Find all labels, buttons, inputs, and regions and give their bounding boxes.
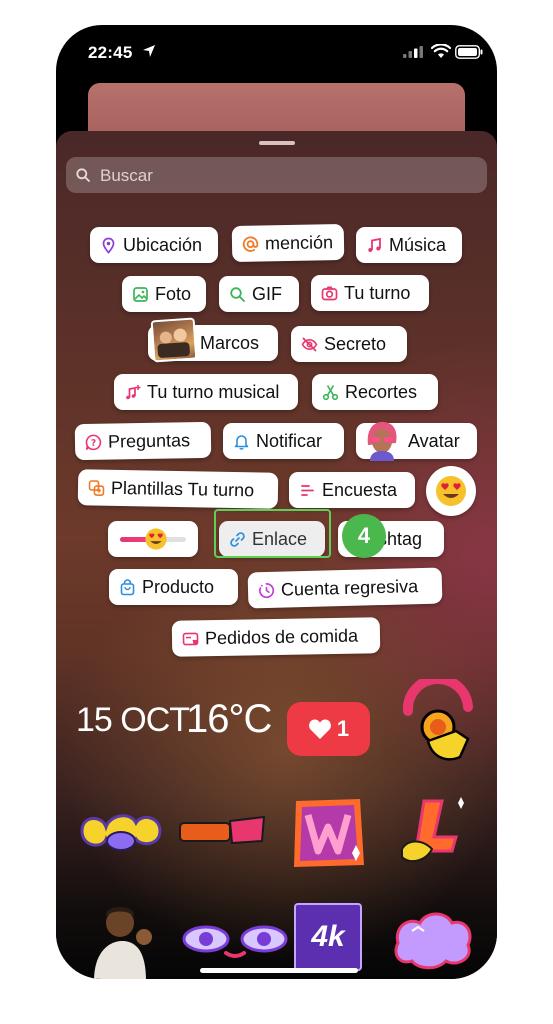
at-mention-icon [242, 235, 259, 252]
sticker-marcos-label: Marcos [200, 332, 260, 353]
avatar-thumbnail [360, 417, 404, 461]
sticker-tu-turno-label: Tu turno [344, 282, 411, 303]
sticker-encuesta-label: Encuesta [322, 479, 398, 500]
svg-text:?: ? [91, 438, 96, 448]
temperature-sticker[interactable]: 16°C [186, 697, 272, 742]
search-bar[interactable] [66, 157, 487, 195]
sticker-emoji-reaction[interactable] [426, 466, 476, 516]
music-add-icon [124, 384, 141, 401]
sticker-producto[interactable]: Producto [109, 569, 238, 605]
template-icon [88, 479, 105, 496]
sticker-musica-label: Música [389, 234, 447, 255]
poll-icon [299, 482, 316, 499]
gif-search-icon [229, 286, 246, 303]
sticker-notificar[interactable]: Notificar [223, 423, 344, 459]
status-time: 22:45 [88, 43, 133, 62]
shopping-bag-icon [119, 578, 136, 596]
sticker-mencion[interactable]: mención [231, 224, 345, 262]
sticker-plantillas-label: Plantillas Tu turno [110, 477, 255, 500]
search-input[interactable] [98, 157, 472, 195]
sticker-tu-turno-musical[interactable]: Tu turno musical [114, 374, 298, 410]
sticker-encuesta[interactable]: Encuesta [289, 472, 415, 508]
question-bubble-icon: ? [85, 433, 102, 450]
sticker-preguntas[interactable]: ? Preguntas [74, 421, 212, 461]
sticker-cuenta-regresiva[interactable]: Cuenta regresiva [247, 567, 443, 609]
heart-icon [308, 719, 331, 739]
avatar-ok-sticker[interactable] [90, 901, 160, 979]
sticker-recortes[interactable]: Recortes [312, 374, 438, 410]
sticker-foto-label: Foto [155, 283, 192, 304]
fourk-sticker-label: 4k [311, 920, 345, 953]
sticker-ubicacion-label: Ubicación [123, 234, 203, 255]
status-bar: 22:45 [56, 25, 497, 85]
heart-eyes-slider-thumb-icon [145, 528, 167, 550]
sound-on-sticker[interactable] [398, 679, 478, 769]
sticker-tu-turno[interactable]: Tu turno [311, 275, 429, 311]
scissors-icon [322, 384, 339, 401]
sticker-gif[interactable]: GIF [219, 276, 299, 312]
battery-icon [455, 45, 483, 59]
sticker-gif-label: GIF [252, 283, 282, 304]
sticker-mencion-label: mención [264, 231, 334, 253]
sticker-emoji-slider[interactable] [108, 521, 198, 557]
bff-sticker[interactable] [390, 907, 474, 971]
sticker-ubicacion[interactable]: Ubicación [90, 227, 218, 263]
sticker-avatar-label: Avatar [408, 430, 460, 451]
location-pin-icon [100, 237, 117, 254]
sound-wave-sticker[interactable] [76, 801, 166, 861]
camera-icon [321, 285, 338, 302]
sticker-secreto-label: Secreto [324, 333, 387, 354]
cellular-signal-icon [403, 46, 423, 58]
sound-on-text-sticker[interactable] [178, 811, 268, 851]
sticker-pedidos-comida-label: Pedidos de comida [204, 625, 359, 648]
music-note-icon [366, 237, 383, 254]
sticker-cuenta-regresiva-label: Cuenta regresiva [280, 575, 419, 600]
step-badge: 4 [342, 514, 386, 558]
sticker-notificar-label: Notificar [256, 430, 323, 451]
date-sticker[interactable]: 15 OCT [76, 701, 190, 740]
sheet-handle[interactable] [259, 141, 295, 145]
sticker-tu-turno-musical-label: Tu turno musical [147, 381, 280, 402]
heart-eyes-emoji-icon [436, 476, 466, 506]
phone-frame: 22:45 Ubicación menci [56, 25, 497, 979]
countdown-icon [258, 581, 275, 598]
sticker-producto-label: Producto [142, 576, 215, 597]
sticker-musica[interactable]: Música [356, 227, 462, 263]
food-order-icon [182, 630, 199, 647]
letter-l-sticker[interactable] [396, 791, 476, 871]
sticker-recortes-label: Recortes [345, 381, 418, 402]
eye-off-icon [301, 336, 318, 353]
tutorial-highlight-box [214, 509, 331, 558]
eyes-sticker[interactable] [180, 913, 290, 963]
home-indicator [200, 968, 358, 973]
fourk-sticker[interactable]: 4k [294, 903, 362, 971]
location-arrow-icon [143, 45, 155, 57]
sticker-secreto[interactable]: Secreto [291, 326, 407, 362]
sticker-preguntas-label: Preguntas [107, 429, 191, 452]
marcos-photo-thumbnail [150, 317, 198, 363]
wifi-icon [431, 44, 451, 58]
like-count-value: 1 [336, 716, 350, 741]
like-count-sticker[interactable]: 1 [287, 702, 370, 756]
letter-w-sticker[interactable] [288, 793, 368, 873]
search-icon [76, 168, 90, 182]
sticker-foto[interactable]: Foto [122, 276, 206, 312]
bell-icon [233, 433, 250, 450]
sticker-plantillas[interactable]: Plantillas Tu turno [77, 469, 279, 509]
photo-icon [132, 286, 149, 303]
sticker-pedidos-comida[interactable]: Pedidos de comida [171, 617, 381, 657]
